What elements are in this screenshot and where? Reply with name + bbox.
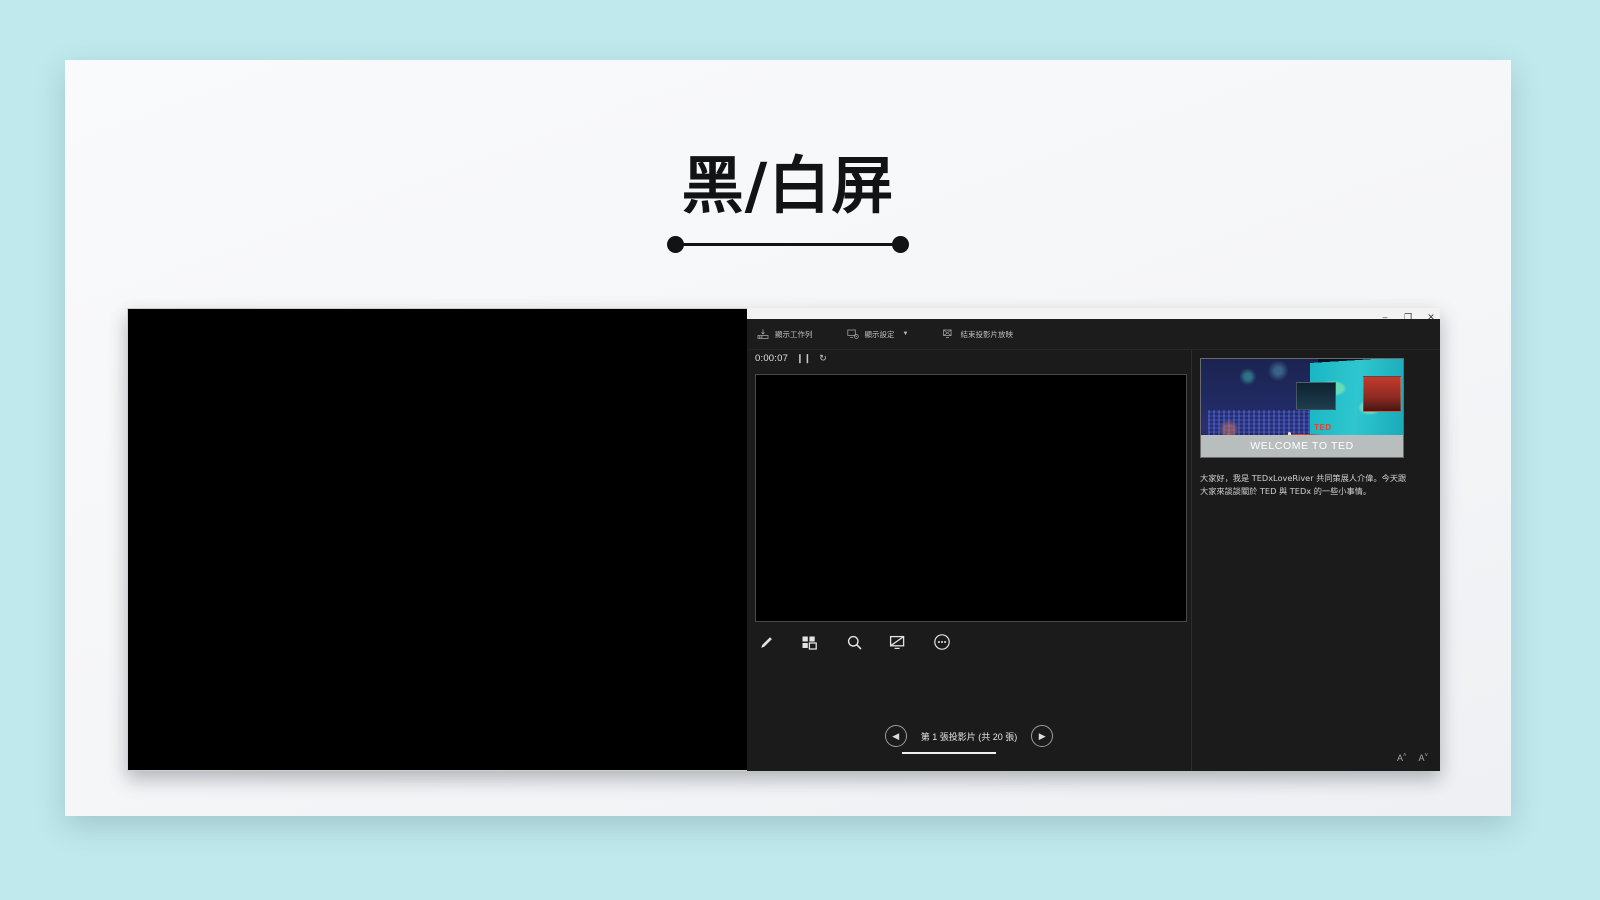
end-slideshow-button[interactable]: 結束投影片放映 bbox=[942, 328, 1013, 340]
window-titlebar: – ❐ ✕ bbox=[747, 308, 1440, 321]
increase-font-size-button[interactable]: A˄ bbox=[1397, 753, 1407, 763]
welcome-banner: WELCOME TO TED bbox=[1201, 435, 1403, 457]
page-title: 黑/白屏 bbox=[681, 149, 895, 222]
show-taskbar-button[interactable]: 顯示工作列 bbox=[757, 328, 813, 340]
restart-timer-button[interactable]: ↻ bbox=[819, 353, 827, 364]
ted-screen-inset-left bbox=[1295, 381, 1337, 410]
all-slides-icon[interactable] bbox=[799, 631, 821, 653]
rule-dot-right bbox=[892, 236, 909, 254]
zoom-icon[interactable] bbox=[843, 631, 865, 653]
timer-value: 0:00:07 bbox=[755, 353, 789, 364]
slide-card: 黑/白屏 – ❐ ✕ 顯示工作列 顯示設定 ▼ 結束投影片放映 0:00:07 … bbox=[65, 60, 1511, 816]
presenter-view-window: – ❐ ✕ 顯示工作列 顯示設定 ▼ 結束投影片放映 0:00:07 ❙❙ ↻ … bbox=[127, 308, 1440, 771]
decrease-font-mark: ˅ bbox=[1424, 753, 1428, 759]
slide-tools-bar bbox=[755, 631, 953, 653]
pen-icon[interactable] bbox=[755, 631, 777, 653]
slide-counter: 第 1 張投影片 (共 20 張) bbox=[920, 731, 1018, 742]
next-slide-thumbnail[interactable]: TED WELCOME TO TED bbox=[1200, 358, 1404, 458]
increase-font-mark: ˄ bbox=[1402, 753, 1407, 759]
welcome-banner-text: WELCOME TO TED bbox=[1250, 440, 1354, 452]
slide-progress-underline bbox=[902, 752, 996, 754]
ted-logo: TED bbox=[1314, 422, 1332, 432]
presenter-panel: – ❐ ✕ 顯示工作列 顯示設定 ▼ 結束投影片放映 0:00:07 ❙❙ ↻ … bbox=[747, 308, 1440, 771]
end-show-icon bbox=[942, 328, 954, 340]
display-settings-button[interactable]: 顯示設定 ▼ bbox=[846, 328, 909, 340]
black-screen-icon[interactable] bbox=[887, 631, 909, 653]
display-settings-label: 顯示設定 bbox=[864, 329, 895, 339]
pause-timer-button[interactable]: ❙❙ bbox=[796, 353, 811, 364]
end-slideshow-label: 結束投影片放映 bbox=[960, 329, 1013, 339]
more-options-icon[interactable] bbox=[931, 631, 953, 653]
taskbar-icon bbox=[757, 328, 769, 340]
notes-font-controls: A˄ A˅ bbox=[1397, 753, 1428, 763]
slide-navigation: ◀ 第 1 張投影片 (共 20 張) ▶ bbox=[747, 725, 1191, 747]
presentation-timer: 0:00:07 ❙❙ ↻ bbox=[755, 353, 827, 364]
projected-black-screen bbox=[127, 308, 747, 771]
speaker-notes[interactable]: 大家好，我是 TEDxLoveRiver 共同策展人介偉。今天跟大家來談談關於 … bbox=[1200, 472, 1408, 497]
ted-screen-inset-right bbox=[1362, 375, 1401, 412]
display-settings-icon bbox=[846, 328, 859, 340]
show-taskbar-label: 顯示工作列 bbox=[775, 329, 813, 339]
next-slide-button[interactable]: ▶ bbox=[1031, 725, 1054, 747]
presenter-toolbar: 顯示工作列 顯示設定 ▼ 結束投影片放映 bbox=[747, 319, 1440, 350]
next-slide-pane: TED WELCOME TO TED 大家好，我是 TEDxLoveRiver … bbox=[1192, 350, 1440, 771]
slide-title-block: 黑/白屏 bbox=[65, 149, 1511, 256]
decrease-font-size-button[interactable]: A˅ bbox=[1418, 753, 1428, 763]
chevron-down-icon: ▼ bbox=[902, 331, 909, 337]
title-underline-rule bbox=[667, 232, 909, 256]
current-slide-preview[interactable] bbox=[755, 374, 1187, 622]
rule-bar bbox=[675, 243, 901, 247]
previous-slide-button[interactable]: ◀ bbox=[884, 725, 907, 747]
